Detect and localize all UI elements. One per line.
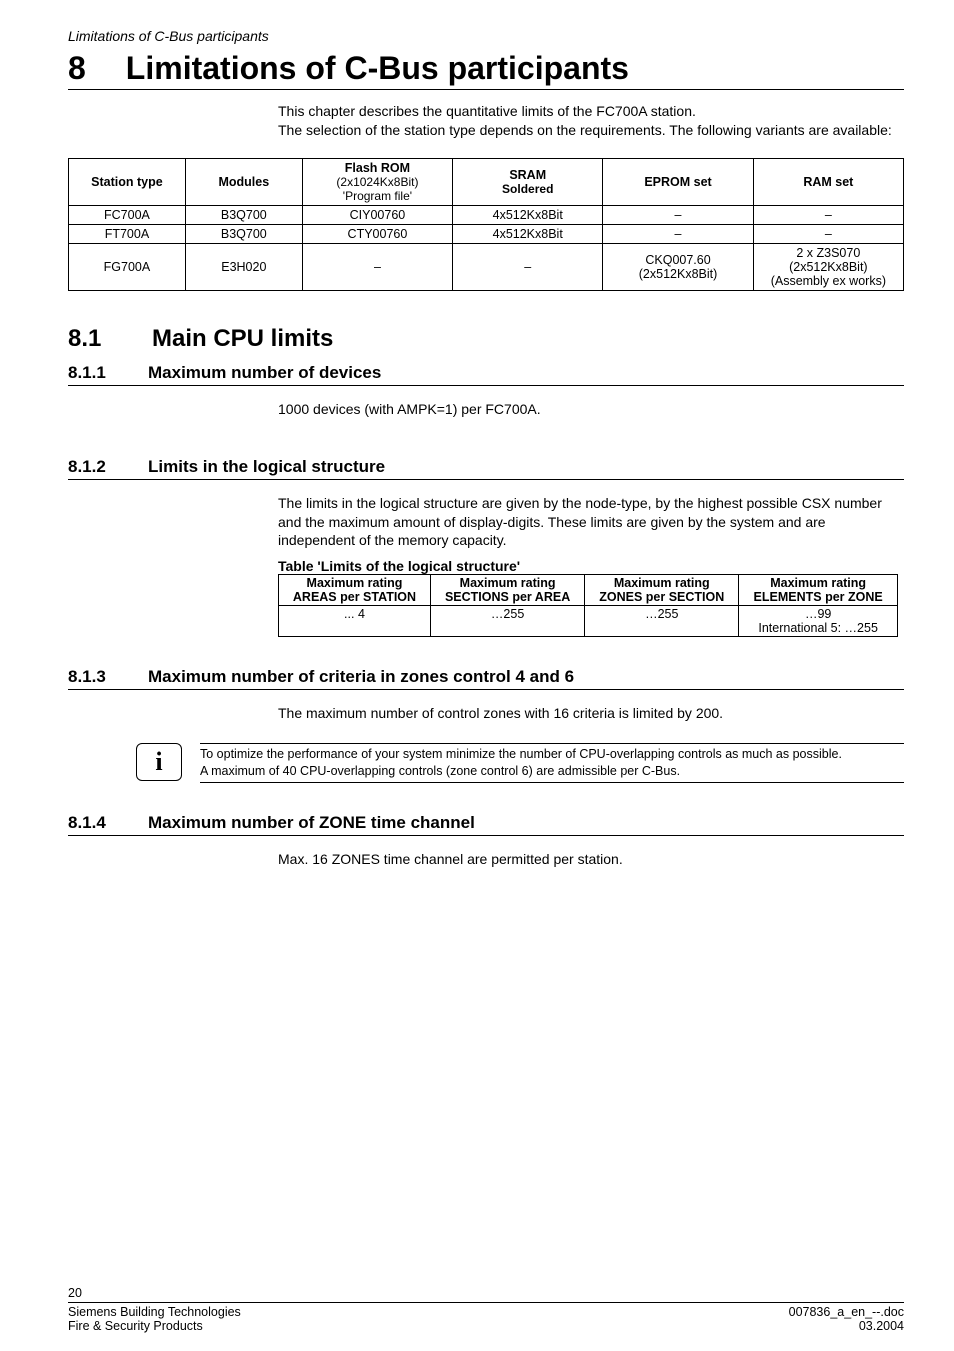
col-areas: Maximum rating AREAS per STATION	[279, 575, 431, 606]
info-note-text: To optimize the performance of your syst…	[200, 743, 904, 783]
col-elements: Maximum rating ELEMENTS per ZONE	[739, 575, 898, 606]
table-row: FT700A B3Q700 CTY00760 4x512Kx8Bit – –	[69, 224, 904, 243]
cell: –	[603, 224, 753, 243]
intro-line-2: The selection of the station type depend…	[278, 122, 892, 138]
info-note: i To optimize the performance of your sy…	[136, 743, 904, 783]
info-icon: i	[136, 743, 182, 781]
section-number: 8.1.3	[68, 667, 124, 687]
table-row: ... 4 …255 …255 …99 International 5: …25…	[279, 606, 898, 637]
table-header-row: Station type Modules Flash ROM (2x1024Kx…	[69, 158, 904, 205]
cell: …255	[585, 606, 739, 637]
section-8-1-3-body: The maximum number of control zones with…	[278, 704, 904, 723]
chapter-title: Limitations of C-Bus participants	[126, 50, 629, 87]
cell: –	[753, 205, 903, 224]
section-8-1-1-heading: 8.1.1 Maximum number of devices	[68, 363, 904, 386]
section-number: 8.1.2	[68, 457, 124, 477]
limits-table: Maximum rating AREAS per STATION Maximum…	[278, 574, 898, 637]
cell: CTY00760	[302, 224, 452, 243]
intro-paragraph: This chapter describes the quantitative …	[278, 102, 904, 140]
chapter-heading: 8 Limitations of C-Bus participants	[68, 50, 904, 90]
cell: E3H020	[185, 243, 302, 290]
table-header-row: Maximum rating AREAS per STATION Maximum…	[279, 575, 898, 606]
col-sram: SRAM Soldered	[453, 158, 603, 205]
table-row: FC700A B3Q700 CIY00760 4x512Kx8Bit – –	[69, 205, 904, 224]
cell: …99 International 5: …255	[739, 606, 898, 637]
station-type-table: Station type Modules Flash ROM (2x1024Kx…	[68, 158, 904, 291]
cell: –	[753, 224, 903, 243]
section-8-1-4-body: Max. 16 ZONES time channel are permitted…	[278, 850, 904, 869]
section-8-1-1-body: 1000 devices (with AMPK=1) per FC700A.	[278, 400, 904, 419]
section-title: Maximum number of criteria in zones cont…	[148, 667, 574, 687]
cell: …255	[430, 606, 584, 637]
page-number: 20	[68, 1286, 904, 1300]
footer-right-1: 007836_a_en_--.doc	[789, 1305, 904, 1319]
col-sections: Maximum rating SECTIONS per AREA	[430, 575, 584, 606]
cell: CIY00760	[302, 205, 452, 224]
footer-left-1: Siemens Building Technologies	[68, 1305, 241, 1319]
note-line-1: To optimize the performance of your syst…	[200, 747, 842, 761]
running-head: Limitations of C-Bus participants	[68, 28, 904, 44]
cell: –	[453, 243, 603, 290]
footer-right-2: 03.2004	[859, 1319, 904, 1333]
footer-left-2: Fire & Security Products	[68, 1319, 203, 1333]
col-flash-rom: Flash ROM (2x1024Kx8Bit) 'Program file'	[302, 158, 452, 205]
cell: ... 4	[279, 606, 431, 637]
section-8-1-3-heading: 8.1.3 Maximum number of criteria in zone…	[68, 667, 904, 690]
section-title: Limits in the logical structure	[148, 457, 385, 477]
section-number: 8.1	[68, 325, 124, 353]
cell: 4x512Kx8Bit	[453, 205, 603, 224]
section-8-1-2-body: The limits in the logical structure are …	[278, 494, 904, 551]
chapter-number: 8	[68, 50, 86, 87]
cell: –	[603, 205, 753, 224]
col-ram: RAM set	[753, 158, 903, 205]
section-8-1-4-heading: 8.1.4 Maximum number of ZONE time channe…	[68, 813, 904, 836]
section-title: Main CPU limits	[152, 325, 333, 353]
cell: FC700A	[69, 205, 186, 224]
section-8-1-2-heading: 8.1.2 Limits in the logical structure	[68, 457, 904, 480]
col-station-type: Station type	[69, 158, 186, 205]
section-number: 8.1.1	[68, 363, 124, 383]
section-8-1-heading: 8.1 Main CPU limits	[68, 325, 904, 353]
cell: FT700A	[69, 224, 186, 243]
cell: –	[302, 243, 452, 290]
note-line-2: A maximum of 40 CPU-overlapping controls…	[200, 764, 680, 778]
section-number: 8.1.4	[68, 813, 124, 833]
section-title: Maximum number of ZONE time channel	[148, 813, 475, 833]
intro-line-1: This chapter describes the quantitative …	[278, 103, 696, 119]
page-footer: 20 Siemens Building Technologies 007836_…	[68, 1286, 904, 1333]
section-title: Maximum number of devices	[148, 363, 381, 383]
table-row: FG700A E3H020 – – CKQ007.60 (2x512Kx8Bit…	[69, 243, 904, 290]
cell: 4x512Kx8Bit	[453, 224, 603, 243]
limits-table-caption: Table 'Limits of the logical structure'	[278, 558, 904, 574]
col-modules: Modules	[185, 158, 302, 205]
cell: CKQ007.60 (2x512Kx8Bit)	[603, 243, 753, 290]
cell: B3Q700	[185, 224, 302, 243]
cell: FG700A	[69, 243, 186, 290]
cell: 2 x Z3S070 (2x512Kx8Bit) (Assembly ex wo…	[753, 243, 903, 290]
col-eprom: EPROM set	[603, 158, 753, 205]
cell: B3Q700	[185, 205, 302, 224]
col-zones: Maximum rating ZONES per SECTION	[585, 575, 739, 606]
